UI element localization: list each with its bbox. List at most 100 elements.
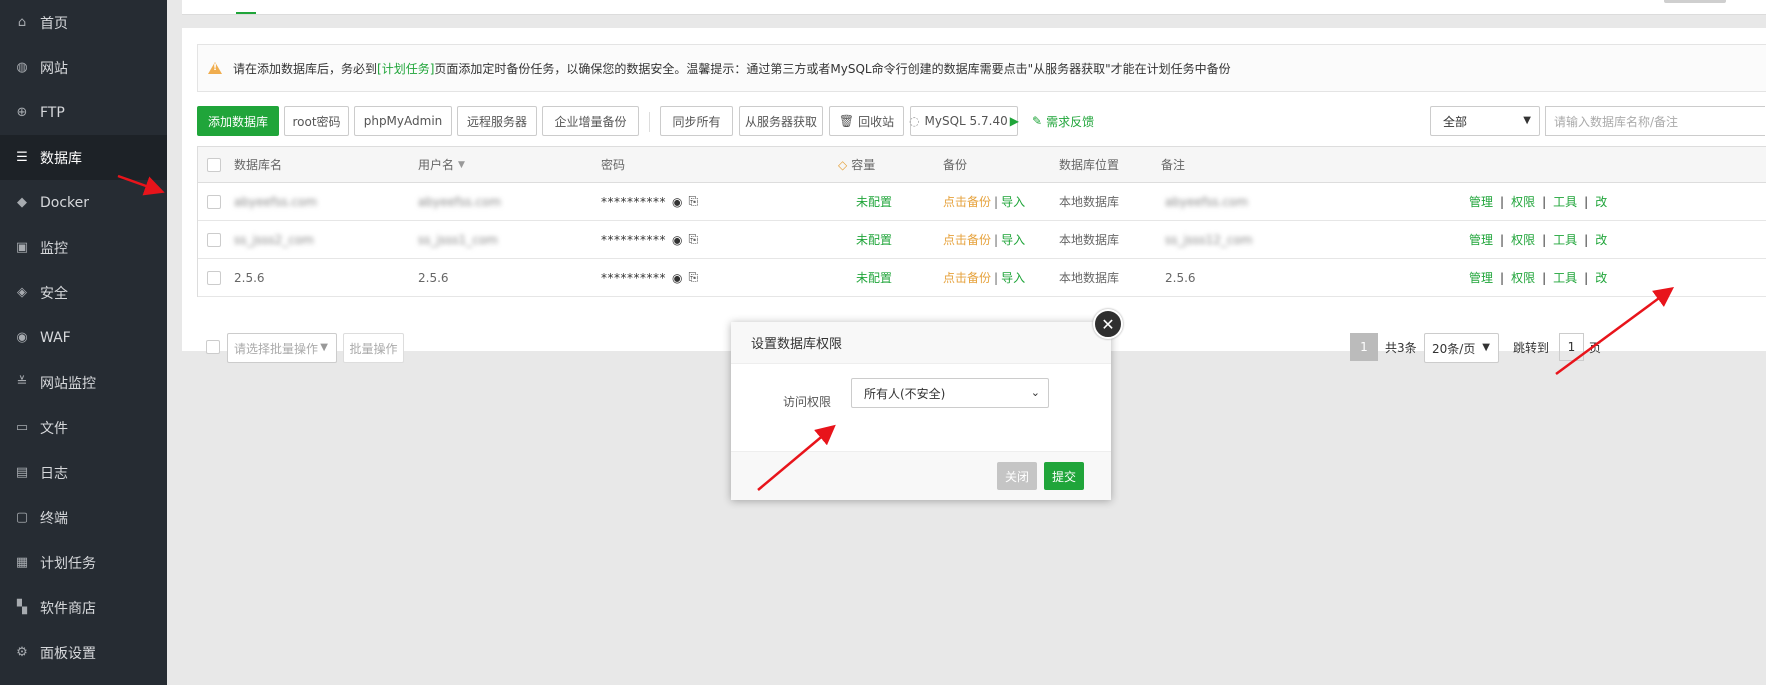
copy-icon[interactable]: ⎘ bbox=[688, 232, 698, 247]
sidebar-item-docker[interactable]: ◆ Docker bbox=[0, 180, 167, 225]
batch-placeholder: 请选择批量操作 bbox=[234, 341, 319, 356]
separator: | bbox=[994, 232, 999, 247]
capacity-status[interactable]: 未配置 bbox=[856, 221, 892, 258]
sidebar-item-terminal[interactable]: ▢ 终端 bbox=[0, 495, 167, 540]
sidebar-item-monitor[interactable]: ▣ 监控 bbox=[0, 225, 167, 270]
access-value: 所有人(不安全) bbox=[864, 386, 946, 401]
dialog-title: 设置数据库权限 bbox=[731, 322, 1111, 364]
separator: | bbox=[1500, 232, 1505, 247]
footer-checkbox[interactable] bbox=[206, 340, 220, 354]
access-select[interactable]: 所有人(不安全) ⌄ bbox=[851, 378, 1049, 408]
phpmyadmin-button[interactable]: phpMyAdmin bbox=[354, 106, 452, 136]
header-name[interactable]: 数据库名 bbox=[234, 147, 282, 182]
capacity-status[interactable]: 未配置 bbox=[856, 183, 892, 220]
eye-icon[interactable]: ◉ bbox=[672, 271, 682, 285]
header-backup: 备份 bbox=[943, 158, 968, 172]
filter-value: 全部 bbox=[1443, 114, 1468, 129]
per-page-select[interactable]: 20条/页 ▼ bbox=[1424, 333, 1499, 363]
sidebar-item-label: 计划任务 bbox=[40, 555, 96, 572]
search-input[interactable]: 请输入数据库名称/备注 bbox=[1545, 106, 1765, 136]
permission-link[interactable]: 权限 bbox=[1511, 231, 1535, 248]
manage-link[interactable]: 管理 bbox=[1469, 193, 1493, 210]
db-location: 本地数据库 bbox=[1059, 233, 1120, 247]
edit-link[interactable]: 改 bbox=[1595, 269, 1607, 286]
tools-link[interactable]: 工具 bbox=[1553, 231, 1577, 248]
db-note[interactable]: ss_jsss12_com bbox=[1165, 221, 1253, 258]
sidebar-item-label: WAF bbox=[40, 329, 71, 346]
gear-icon: ⚙ bbox=[16, 645, 28, 660]
filter-select[interactable]: 全部 ▼ bbox=[1430, 106, 1540, 136]
play-icon: ▶ bbox=[1009, 114, 1019, 128]
copy-icon[interactable]: ⎘ bbox=[688, 194, 698, 209]
sidebar-item-website[interactable]: ◍ 网站 bbox=[0, 45, 167, 90]
copy-icon[interactable]: ⎘ bbox=[688, 270, 698, 285]
sidebar-item-settings[interactable]: ⚙ 面板设置 bbox=[0, 630, 167, 675]
sidebar: ⌂ 首页 ◍ 网站 ⊕ FTP ☰ 数据库 ◆ Docker ▣ 监控 ◈ 安全 ◉ WAF ≚… bbox=[0, 0, 167, 685]
page-current[interactable]: 1 bbox=[1350, 333, 1378, 361]
capacity-status[interactable]: 未配置 bbox=[856, 259, 892, 296]
backup-link[interactable]: 点击备份 bbox=[943, 193, 991, 210]
select-all-checkbox[interactable] bbox=[207, 147, 221, 182]
row-checkbox[interactable] bbox=[207, 259, 221, 296]
manage-link[interactable]: 管理 bbox=[1469, 231, 1493, 248]
db-note[interactable]: 2.5.6 bbox=[1165, 259, 1196, 296]
table-row: 2.5.6 2.5.6 ********** ◉ ⎘ 未配置 点击备份 | 导入 本地数… bbox=[198, 259, 1766, 297]
edit-link[interactable]: 改 bbox=[1595, 231, 1607, 248]
sidebar-item-logs[interactable]: ▤ 日志 bbox=[0, 450, 167, 495]
eye-icon[interactable]: ◉ bbox=[672, 233, 682, 247]
separator: | bbox=[1500, 270, 1505, 285]
manage-link[interactable]: 管理 bbox=[1469, 269, 1493, 286]
warning-icon: ! bbox=[208, 62, 222, 74]
db-user: 2.5.6 bbox=[418, 270, 449, 285]
tools-link[interactable]: 工具 bbox=[1553, 193, 1577, 210]
header-user[interactable]: 用户名 ▼ bbox=[418, 147, 465, 182]
import-link[interactable]: 导入 bbox=[1001, 269, 1025, 286]
chevron-down-icon: ▼ bbox=[320, 342, 328, 353]
chevron-down-icon: ⌄ bbox=[1030, 386, 1040, 399]
permission-link[interactable]: 权限 bbox=[1511, 193, 1535, 210]
import-link[interactable]: 导入 bbox=[1001, 231, 1025, 248]
root-password-button[interactable]: root密码 bbox=[284, 106, 349, 136]
permission-link[interactable]: 权限 bbox=[1511, 269, 1535, 286]
jump-input[interactable]: 1 bbox=[1559, 333, 1584, 361]
sidebar-item-security[interactable]: ◈ 安全 bbox=[0, 270, 167, 315]
sidebar-item-store[interactable]: ▚ 软件商店 bbox=[0, 585, 167, 630]
close-button[interactable]: 关闭 bbox=[997, 462, 1037, 490]
sync-all-button[interactable]: 同步所有 bbox=[660, 106, 733, 136]
tools-link[interactable]: 工具 bbox=[1553, 269, 1577, 286]
password-mask: ********** bbox=[601, 232, 666, 247]
row-checkbox[interactable] bbox=[207, 183, 221, 220]
sidebar-item-site-monitor[interactable]: ≚ 网站监控 bbox=[0, 360, 167, 405]
sidebar-item-ftp[interactable]: ⊕ FTP bbox=[0, 90, 167, 135]
sidebar-item-home[interactable]: ⌂ 首页 bbox=[0, 0, 167, 45]
sidebar-item-database[interactable]: ☰ 数据库 bbox=[0, 135, 167, 180]
db-user: abyeefss.com bbox=[418, 194, 502, 209]
batch-select[interactable]: 请选择批量操作 ▼ bbox=[227, 333, 337, 363]
fetch-from-server-button[interactable]: 从服务器获取 bbox=[739, 106, 823, 136]
backup-actions: 点击备份 | 导入 bbox=[943, 221, 1025, 258]
sidebar-item-files[interactable]: ▭ 文件 bbox=[0, 405, 167, 450]
sidebar-item-cron[interactable]: ▦ 计划任务 bbox=[0, 540, 167, 585]
cron-link[interactable]: [计划任务] bbox=[377, 60, 434, 77]
incremental-backup-button[interactable]: 企业增量备份 bbox=[542, 106, 639, 136]
batch-button[interactable]: 批量操作 bbox=[343, 333, 404, 363]
db-note[interactable]: abyeefss.com bbox=[1165, 183, 1248, 220]
remote-server-button[interactable]: 远程服务器 bbox=[457, 106, 537, 136]
sidebar-item-label: 日志 bbox=[40, 465, 68, 482]
add-database-button[interactable]: 添加数据库 bbox=[197, 106, 279, 136]
sidebar-item-waf[interactable]: ◉ WAF bbox=[0, 315, 167, 360]
table-row: abyeefss.com abyeefss.com ********** ◉ ⎘ 未… bbox=[198, 183, 1766, 221]
close-icon[interactable]: ✕ bbox=[1093, 309, 1123, 339]
submit-button[interactable]: 提交 bbox=[1044, 462, 1084, 490]
recycle-bin-button[interactable]: 🗑 回收站 bbox=[829, 106, 904, 136]
row-operations: 管理 | 权限 | 工具 | 改 bbox=[1469, 183, 1607, 220]
feedback-link[interactable]: ✎ 需求反馈 bbox=[1032, 106, 1094, 136]
backup-link[interactable]: 点击备份 bbox=[943, 269, 991, 286]
backup-link[interactable]: 点击备份 bbox=[943, 231, 991, 248]
import-link[interactable]: 导入 bbox=[1001, 193, 1025, 210]
eye-icon[interactable]: ◉ bbox=[672, 195, 682, 209]
edit-link[interactable]: 改 bbox=[1595, 193, 1607, 210]
row-checkbox[interactable] bbox=[207, 221, 221, 258]
password-mask: ********** bbox=[601, 270, 666, 285]
mysql-version-button[interactable]: ◌ MySQL 5.7.40 ▶ bbox=[909, 106, 1019, 136]
